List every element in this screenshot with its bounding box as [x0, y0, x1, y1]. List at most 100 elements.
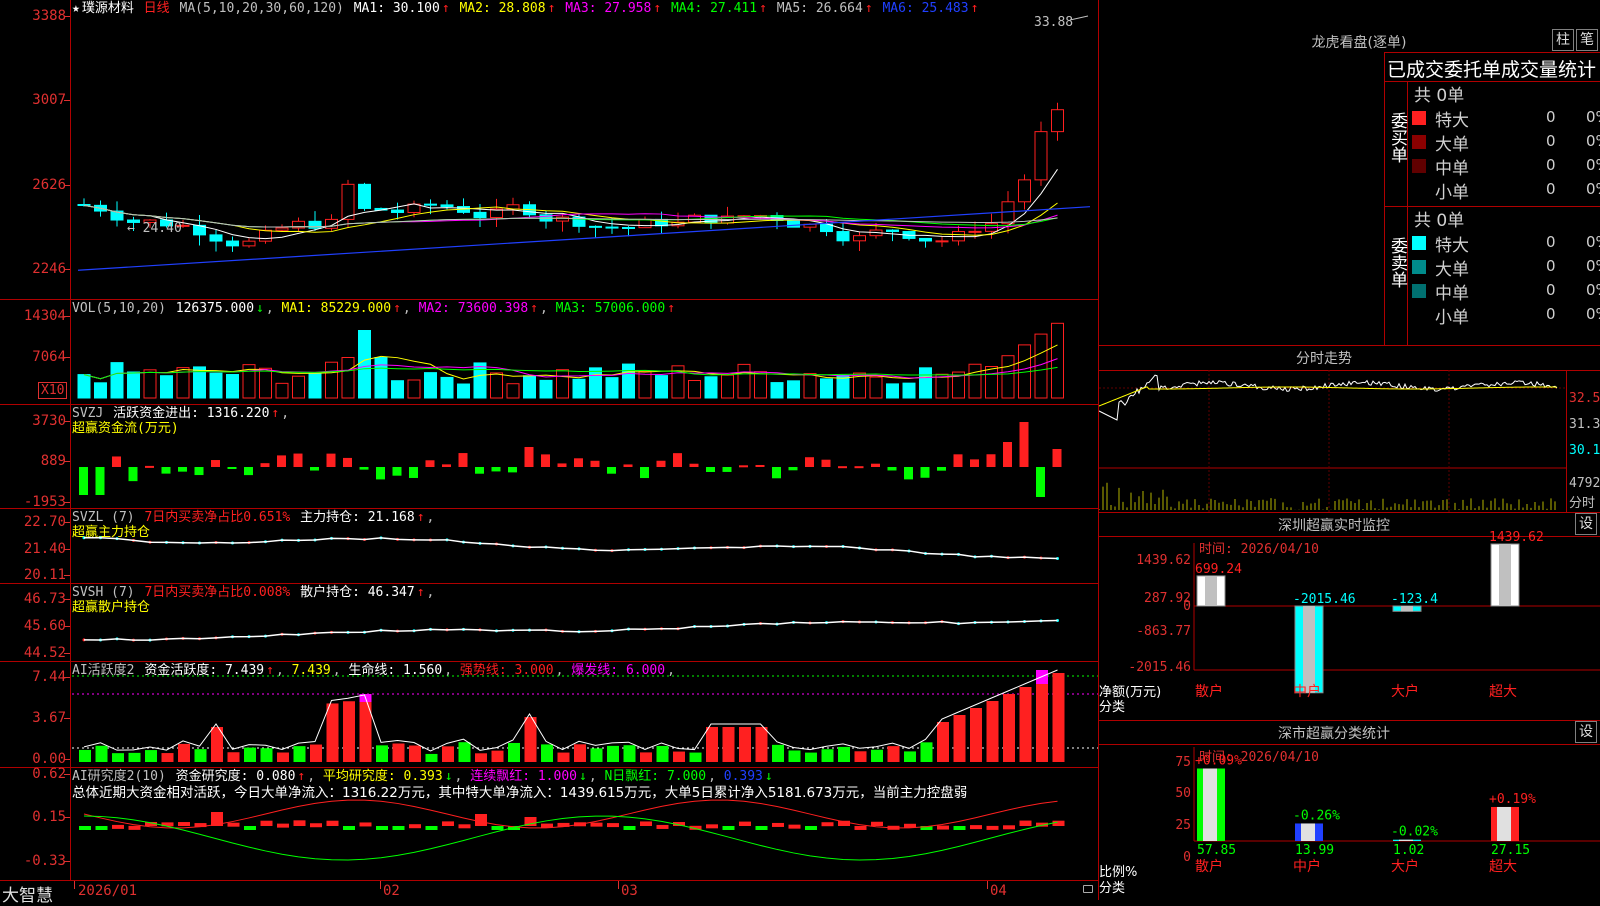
research-bar: [970, 825, 982, 830]
candlestick-chart[interactable]: [0, 0, 1098, 300]
svzl-panel[interactable]: SVZL (7) 7日内买卖净占比0.651% 主力持仓: 21.168 ↑, 超…: [0, 509, 1098, 584]
activity-bar: [755, 727, 768, 762]
flow-bar: [194, 467, 204, 476]
bar-mode-button[interactable]: 柱: [1552, 29, 1574, 51]
brand-label: 大智慧: [2, 886, 53, 906]
activity-bar: [673, 751, 685, 762]
activity-bar: [227, 752, 240, 762]
flow-bar: [623, 464, 633, 467]
volume-bar: [325, 361, 338, 399]
fund-flow-chart[interactable]: [0, 405, 1098, 509]
research-bar: [178, 822, 190, 827]
svsh-panel[interactable]: SVSH (7) 7日内买卖净占比0.008% 散户持仓: 46.347 ↑, 超…: [0, 584, 1098, 662]
ma6-line: [77, 206, 1091, 271]
activity-bar: [689, 752, 702, 762]
color-swatch: [1412, 260, 1426, 274]
research-bar: [706, 824, 718, 829]
activity-bar: [854, 751, 867, 762]
kline-panel[interactable]: ★ 璞源材料 日线 MA(5,10,20,30,60,120) MA1: 30.1…: [0, 0, 1098, 300]
volume-chart[interactable]: [0, 300, 1098, 405]
sell-row: 大单00%: [1408, 255, 1600, 280]
flow-bar: [673, 453, 682, 467]
volume-bar: [820, 378, 833, 399]
candle-body: [226, 240, 239, 247]
buy-row: 中单00%: [1408, 154, 1600, 179]
volume-panel[interactable]: VOL(5,10,20) 126375.000 ↓, MA1: 85229.000…: [0, 300, 1098, 405]
research-bar: [244, 826, 256, 830]
activity-bar: [425, 753, 438, 762]
volume-bar: [737, 363, 751, 399]
research-bar: [442, 821, 454, 826]
volume-bar: [226, 374, 239, 399]
research-line: [83, 815, 1058, 861]
research-bar: [79, 826, 91, 830]
research-bar: [112, 824, 124, 829]
volume-bar: [110, 362, 124, 399]
volume-bar: [622, 363, 635, 399]
color-swatch: [1412, 236, 1426, 250]
activity-bar: [359, 697, 372, 762]
flow-bar: [310, 467, 319, 471]
volume-bar: [440, 376, 454, 399]
flow-bar: [409, 467, 418, 478]
research-chart[interactable]: [0, 768, 1098, 880]
ai-research-panel[interactable]: AI研究度2(10) 资金研究度: 0.080 ↑, 平均研究度: 0.393 ↓,…: [0, 767, 1098, 880]
volume-bar: [490, 372, 503, 399]
lock-icon[interactable]: [1083, 885, 1093, 893]
longhu-tabs[interactable]: 已成交委托单成交量统计: [1387, 55, 1596, 82]
svzj-panel[interactable]: SVZJ 活跃资金进出: 1316.220 ↑, 超赢资金流(万元) 3730 8…: [0, 405, 1098, 509]
flow-bar: [343, 457, 352, 467]
candle-body: [935, 240, 949, 243]
candle-body: [556, 216, 569, 222]
candle-body: [1018, 179, 1031, 203]
flow-bar: [458, 453, 468, 467]
volume-bar: [1001, 355, 1015, 399]
intraday-chart[interactable]: [1099, 346, 1600, 512]
flow-bar: [739, 465, 748, 468]
ai-active-panel[interactable]: AI活跃度2 资金活跃度: 7.439 ↑, 7.439, 生命线: 1.560,…: [0, 662, 1098, 768]
research-bar: [359, 822, 372, 827]
category-label: 超大: [1489, 684, 1517, 700]
sz-class-panel[interactable]: 深市超赢分类统计 设 时间: 2026/04/10 75 50 25 0 比例%…: [1099, 721, 1600, 900]
intraday-panel[interactable]: 分时走势 32.5 31.3 30.1 4792 分时: [1099, 346, 1600, 512]
volume-bar: [556, 369, 569, 399]
volume-bar: [704, 376, 718, 399]
flow-bar: [293, 453, 303, 467]
volume-bar: [308, 373, 322, 399]
candle-body: [638, 218, 652, 229]
flow-bar: [656, 460, 666, 467]
ma-line: [83, 204, 1058, 228]
research-bar: [937, 825, 949, 830]
flow-bar: [1052, 449, 1062, 467]
activity-bar: [541, 744, 553, 762]
activity-bar: [574, 744, 586, 762]
research-bar: [656, 824, 669, 829]
candle-body: [473, 211, 487, 219]
sz-monitor-panel[interactable]: 深圳超赢实时监控 设 时间: 2026/04/10 1439.62 287.92…: [1099, 513, 1600, 720]
holding-line: [83, 537, 1058, 560]
sell-total: 共 0单: [1414, 211, 1465, 231]
flow-bar: [904, 467, 913, 480]
volume-bar: [209, 372, 223, 399]
activity-bar: [706, 727, 718, 762]
flow-bar: [227, 467, 237, 469]
research-bar: [871, 821, 883, 826]
retail-holding-chart[interactable]: [0, 584, 1098, 662]
flow-bar: [211, 460, 220, 467]
activity-bar: [343, 701, 355, 762]
buy-total: 共 0单: [1414, 86, 1465, 106]
tick-mode-button[interactable]: 笔: [1576, 29, 1598, 51]
activity-bar: [326, 703, 339, 762]
bar-shade: [1497, 806, 1511, 841]
main-holding-chart[interactable]: [0, 509, 1098, 584]
research-bar: [590, 822, 603, 827]
flow-bar: [541, 454, 550, 467]
activity-chart[interactable]: [0, 662, 1098, 768]
candle-body: [1051, 109, 1064, 133]
change-label: -0.26%: [1293, 808, 1340, 823]
candle-body: [1034, 131, 1048, 181]
research-bar: [788, 824, 801, 829]
flow-bar: [491, 467, 501, 472]
volume-bar: [589, 367, 602, 399]
research-bar: [491, 826, 504, 830]
